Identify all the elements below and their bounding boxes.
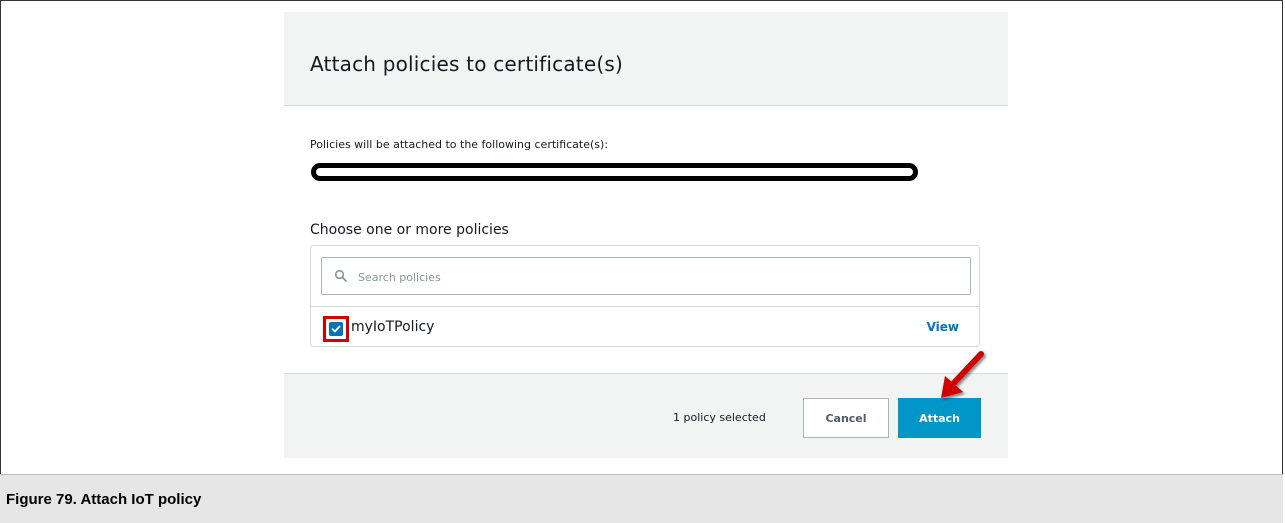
policy-checkbox[interactable]	[329, 322, 343, 336]
caption-text: Figure 79. Attach IoT policy	[6, 491, 202, 508]
modal-title: Attach policies to certificate(s)	[310, 52, 623, 76]
attach-button[interactable]: Attach	[898, 398, 981, 438]
check-icon	[331, 325, 341, 333]
policy-row[interactable]: myIoTPolicy View	[311, 307, 979, 346]
search-input[interactable]	[356, 258, 960, 296]
figure-caption: Figure 79. Attach IoT policy	[0, 474, 1283, 523]
selected-count: 1 policy selected	[673, 411, 766, 424]
view-policy-link[interactable]: View	[927, 320, 959, 334]
policy-list: myIoTPolicy View	[310, 245, 980, 347]
redacted-certificate	[311, 163, 918, 181]
red-arrow-icon	[941, 351, 984, 398]
policy-name: myIoTPolicy	[351, 319, 435, 335]
search-field[interactable]	[321, 257, 971, 296]
checkbox-highlight	[323, 316, 349, 342]
choose-policies-label: Choose one or more policies	[310, 222, 509, 238]
cancel-button[interactable]: Cancel	[803, 398, 889, 438]
modal-header: Attach policies to certificate(s)	[284, 12, 1008, 106]
attach-policies-modal: Attach policies to certificate(s) Polici…	[284, 12, 1008, 458]
search-icon	[334, 269, 347, 282]
certificate-label: Policies will be attached to the followi…	[310, 138, 609, 151]
modal-footer: 1 policy selected Cancel Attach	[284, 373, 1008, 458]
